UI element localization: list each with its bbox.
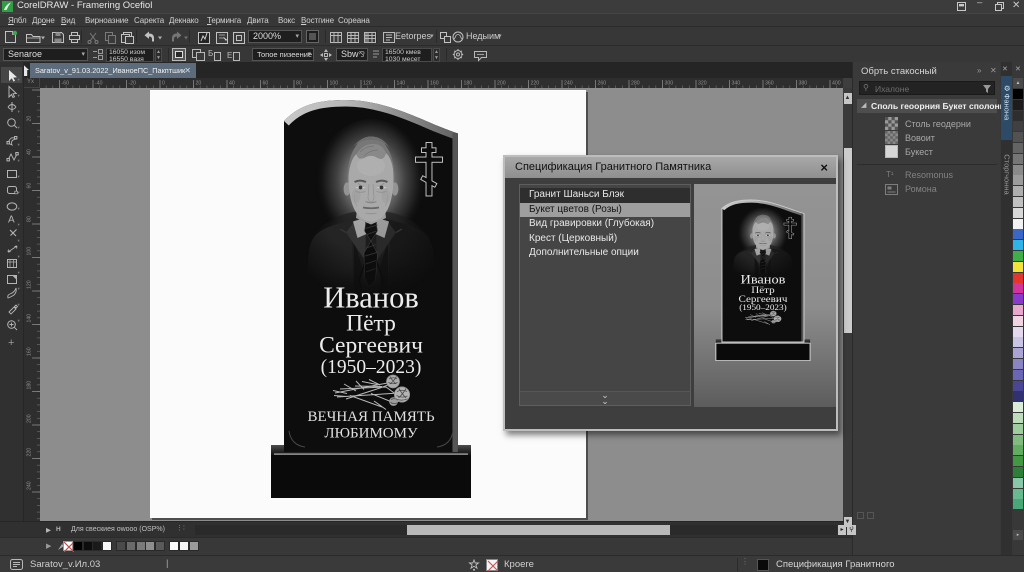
svg-text:120: 120 [363, 81, 372, 87]
svg-text:240: 240 [564, 81, 573, 87]
svg-text:▾: ▾ [18, 125, 21, 130]
svg-text:180: 180 [464, 81, 473, 87]
svg-text:380: 380 [799, 81, 808, 87]
svg-text:20: 20 [196, 81, 202, 87]
svg-text:260: 260 [598, 81, 607, 87]
svg-text:0: 0 [162, 81, 165, 87]
svg-text:120: 120 [27, 280, 33, 289]
svg-text:40: 40 [27, 149, 33, 155]
svg-text:▾: ▾ [18, 254, 21, 259]
svg-text:▾: ▾ [18, 190, 21, 195]
svg-text:180: 180 [27, 381, 33, 390]
svg-text:280: 280 [631, 81, 640, 87]
svg-text:ЛЮБИМОМУ: ЛЮБИМОМУ [324, 426, 418, 442]
svg-text:200: 200 [27, 414, 33, 423]
svg-text:220: 220 [531, 81, 540, 87]
svg-text:▾: ▾ [18, 93, 21, 98]
svg-text:▾: ▾ [18, 142, 21, 147]
svg-text:-40: -40 [95, 81, 103, 87]
svg-text:40: 40 [229, 81, 235, 87]
svg-text:400: 400 [832, 81, 841, 87]
svg-text:▾: ▾ [18, 302, 21, 307]
svg-text:80: 80 [296, 81, 302, 87]
svg-text:▾: ▾ [18, 270, 21, 275]
svg-text:▾: ▾ [18, 174, 21, 179]
svg-text:60: 60 [27, 183, 33, 189]
svg-text:140: 140 [27, 314, 33, 323]
svg-text:300: 300 [665, 81, 674, 87]
svg-text:Б: Б [208, 49, 213, 58]
svg-text:▾: ▾ [18, 238, 21, 243]
svg-text:320: 320 [698, 81, 707, 87]
svg-text:100: 100 [27, 247, 33, 256]
svg-text:▾: ▾ [18, 109, 21, 114]
svg-text:-60: -60 [62, 81, 70, 87]
svg-text:160: 160 [27, 347, 33, 356]
svg-text:Е: Е [227, 51, 232, 60]
svg-text:220: 220 [27, 448, 33, 457]
svg-text:+: + [8, 337, 14, 349]
svg-text:▾: ▾ [18, 286, 21, 291]
svg-text:140: 140 [397, 81, 406, 87]
svg-text:360: 360 [765, 81, 774, 87]
svg-text:240: 240 [27, 481, 33, 490]
svg-text:340: 340 [732, 81, 741, 87]
svg-text:▾: ▾ [18, 222, 21, 227]
svg-text:20: 20 [27, 116, 33, 122]
svg-text:▾: ▾ [18, 206, 21, 211]
svg-text:200: 200 [497, 81, 506, 87]
svg-text:A: A [8, 215, 15, 226]
svg-text:100: 100 [330, 81, 339, 87]
svg-text:▾: ▾ [18, 158, 21, 163]
svg-text:60: 60 [263, 81, 269, 87]
svg-text:160: 160 [430, 81, 439, 87]
svg-text:80: 80 [27, 216, 33, 222]
svg-text:▾: ▾ [18, 318, 21, 323]
svg-text:ВЕЧНАЯ ПАМЯТЬ: ВЕЧНАЯ ПАМЯТЬ [307, 409, 435, 425]
svg-text:-20: -20 [129, 81, 137, 87]
